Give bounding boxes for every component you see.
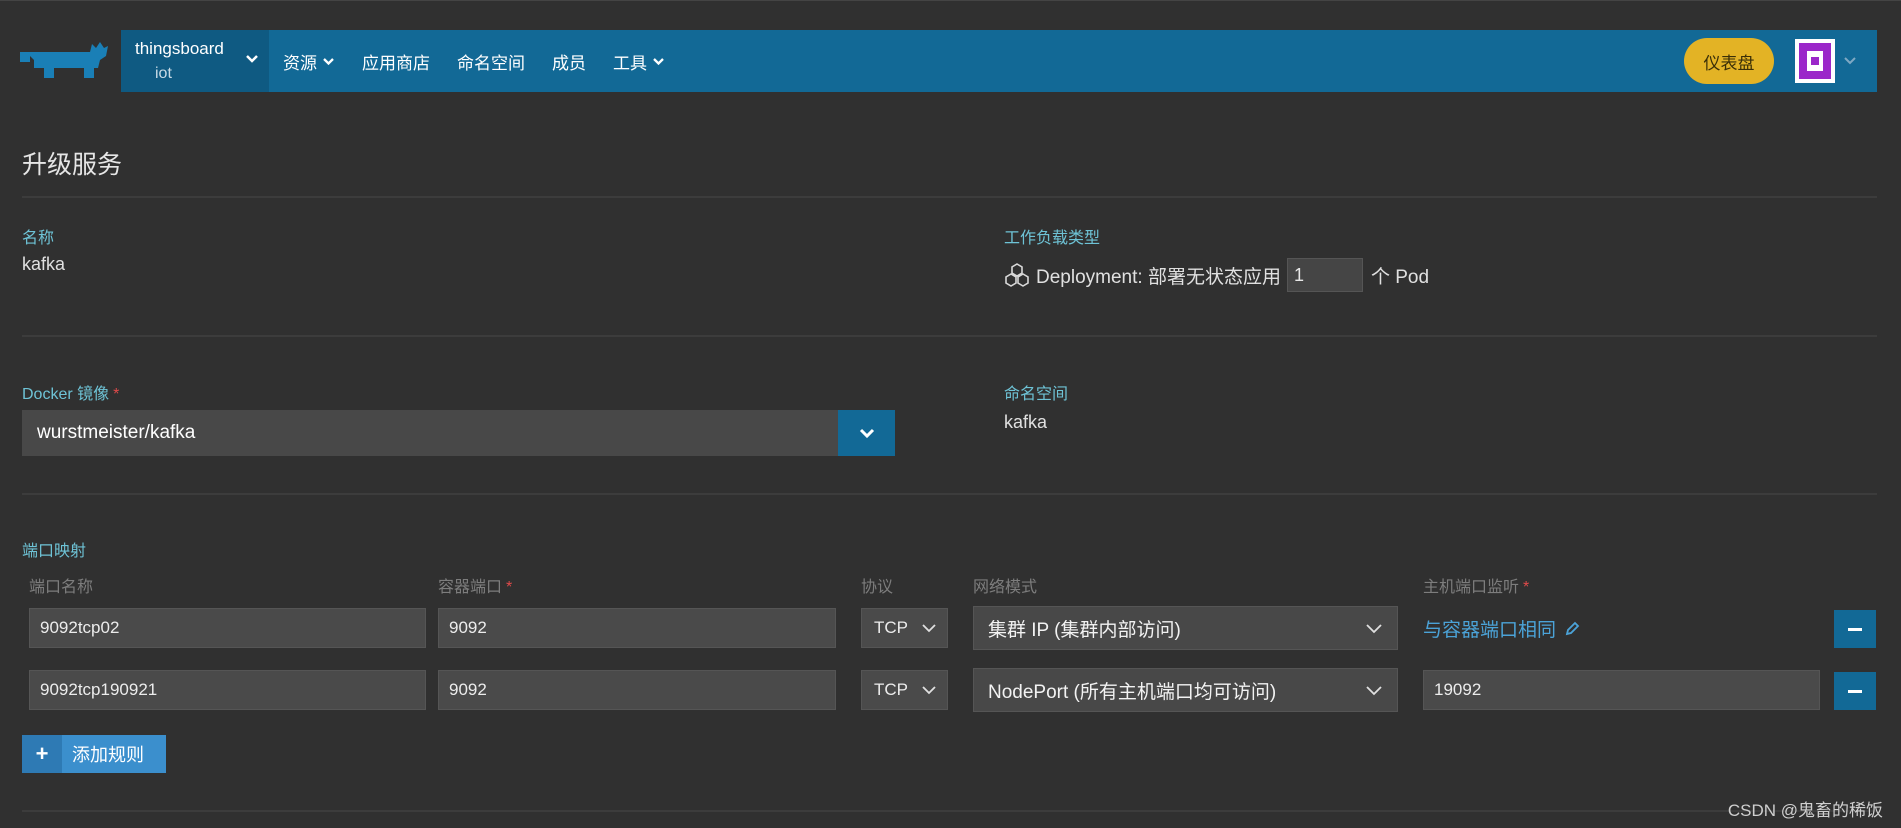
docker-image-label: Docker 镜像 * bbox=[22, 380, 119, 404]
divider bbox=[22, 196, 1877, 198]
namespace-value: kafka bbox=[1004, 412, 1048, 432]
top-nav-bar: thingsboard iot 资源 应用商店 命名空间 成员 工具 仪表盘 bbox=[121, 30, 1877, 92]
docker-image-value[interactable]: wurstmeister/kafka bbox=[22, 422, 838, 444]
col-protocol: 协议 bbox=[861, 579, 894, 596]
protocol-select[interactable]: TCP bbox=[861, 608, 948, 648]
host-port-input[interactable]: 19092 bbox=[1423, 670, 1820, 710]
container-port-input[interactable]: 9092 bbox=[438, 670, 836, 710]
same-as-container-port-text: 与容器端口相同 bbox=[1423, 620, 1557, 641]
nav-item-members[interactable]: 成员 bbox=[552, 49, 586, 74]
workload-type: Deployment: 部署无状态应用 bbox=[1036, 266, 1281, 288]
header-right: 仪表盘 bbox=[1684, 30, 1877, 92]
chevron-down-icon bbox=[922, 624, 936, 633]
project-switcher[interactable]: thingsboard iot bbox=[121, 30, 269, 92]
project-name: iot bbox=[155, 65, 172, 82]
dashboard-button[interactable]: 仪表盘 bbox=[1684, 38, 1774, 84]
chevron-down-icon bbox=[246, 55, 258, 63]
nav-item-tools[interactable]: 工具 bbox=[613, 49, 665, 74]
port-name-input[interactable]: 9092tcp02 bbox=[29, 608, 426, 648]
col-port-name: 端口名称 bbox=[29, 579, 94, 596]
add-rule-button[interactable]: + 添加规则 bbox=[22, 735, 166, 773]
remove-row-button[interactable] bbox=[1834, 672, 1876, 710]
network-mode-select[interactable]: NodePort (所有主机端口均可访问) bbox=[973, 668, 1398, 712]
nav-item-app-store[interactable]: 应用商店 bbox=[362, 49, 430, 74]
col-network-mode: 网络模式 bbox=[973, 579, 1038, 596]
nav-item-label: 工具 bbox=[613, 53, 647, 73]
docker-image-select[interactable]: wurstmeister/kafka bbox=[22, 410, 895, 456]
workload-label: 工作负载类型 bbox=[1004, 230, 1101, 247]
nav-item-label: 成员 bbox=[552, 53, 586, 73]
container-port-input[interactable]: 9092 bbox=[438, 608, 836, 648]
divider bbox=[22, 810, 1877, 812]
user-avatar[interactable] bbox=[1795, 39, 1835, 83]
docker-image-dropdown-button[interactable] bbox=[838, 410, 895, 456]
col-host-port-text: 主机端口监听 bbox=[1423, 579, 1520, 596]
divider bbox=[22, 493, 1877, 495]
pencil-icon bbox=[1565, 621, 1580, 635]
nav-item-label: 资源 bbox=[283, 53, 317, 73]
chevron-down-icon bbox=[859, 428, 874, 438]
minus-icon bbox=[1848, 689, 1862, 693]
protocol-value: TCP bbox=[874, 618, 908, 637]
rancher-logo-icon[interactable] bbox=[20, 38, 110, 86]
network-mode-value: NodePort (所有主机端口均可访问) bbox=[988, 681, 1277, 703]
main-nav: 资源 应用商店 命名空间 成员 工具 bbox=[283, 30, 692, 92]
protocol-select[interactable]: TCP bbox=[861, 670, 948, 710]
minus-icon bbox=[1848, 627, 1862, 631]
protocol-value: TCP bbox=[874, 680, 908, 699]
same-as-container-port-link[interactable]: 与容器端口相同 bbox=[1423, 615, 1580, 642]
docker-image-label-text: Docker 镜像 bbox=[22, 386, 110, 403]
scale-input[interactable] bbox=[1286, 258, 1363, 292]
namespace-label: 命名空间 bbox=[1004, 386, 1069, 403]
col-container-port-text: 容器端口 bbox=[438, 579, 503, 596]
divider bbox=[22, 335, 1877, 337]
deployment-icon bbox=[1005, 263, 1029, 287]
nav-item-label: 应用商店 bbox=[362, 53, 430, 73]
col-host-port: 主机端口监听 * bbox=[1423, 573, 1529, 597]
nav-item-resources[interactable]: 资源 bbox=[283, 49, 335, 74]
chevron-down-icon bbox=[323, 57, 334, 65]
required-marker: * bbox=[113, 386, 120, 403]
add-rule-label: 添加规则 bbox=[72, 745, 144, 765]
port-name-input[interactable]: 9092tcp190921 bbox=[29, 670, 426, 710]
chevron-down-icon bbox=[922, 686, 936, 695]
remove-row-button[interactable] bbox=[1834, 610, 1876, 648]
required-marker: * bbox=[1523, 579, 1530, 596]
top-border bbox=[0, 0, 1901, 1]
col-container-port: 容器端口 * bbox=[438, 573, 512, 597]
nav-item-label: 命名空间 bbox=[457, 53, 525, 73]
network-mode-value: 集群 IP (集群内部访问) bbox=[988, 619, 1181, 641]
chevron-down-icon[interactable] bbox=[1843, 56, 1857, 66]
nav-item-namespaces[interactable]: 命名空间 bbox=[457, 49, 525, 74]
page-title: 升级服务 bbox=[22, 151, 123, 179]
name-label: 名称 bbox=[22, 230, 55, 247]
plus-icon: + bbox=[22, 735, 62, 773]
chevron-down-icon bbox=[1366, 686, 1382, 696]
scale-unit: 个 Pod bbox=[1370, 266, 1430, 288]
required-marker: * bbox=[506, 579, 513, 596]
workload-row: Deployment: 部署无状态应用 个 Pod bbox=[1004, 258, 1429, 292]
name-value: kafka bbox=[22, 254, 66, 274]
chevron-down-icon bbox=[1366, 624, 1382, 634]
watermark: CSDN @鬼畜的稀饭 bbox=[1727, 801, 1883, 820]
chevron-down-icon bbox=[653, 57, 664, 65]
network-mode-select[interactable]: 集群 IP (集群内部访问) bbox=[973, 606, 1398, 650]
port-mapping-label: 端口映射 bbox=[22, 543, 87, 560]
